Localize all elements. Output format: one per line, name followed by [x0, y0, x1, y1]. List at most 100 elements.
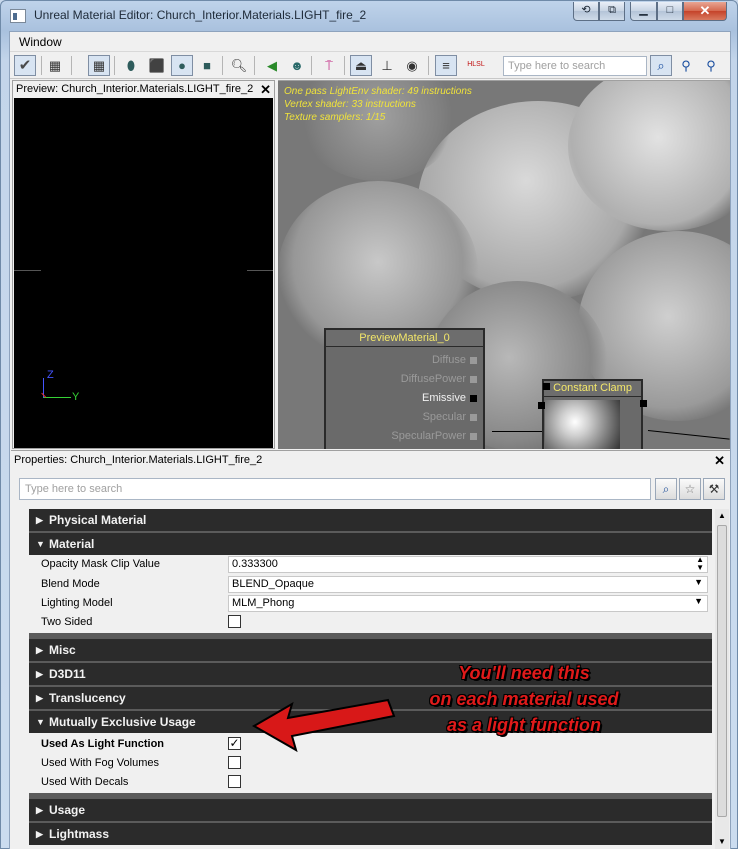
preview-material-node[interactable]: PreviewMaterial_0 Diffuse DiffusePower E…	[324, 328, 485, 449]
stats-eye-icon[interactable]: ◉	[401, 55, 423, 76]
grid-toggle-icon[interactable]: ▦	[88, 55, 110, 76]
stats-line: Vertex shader: 33 instructions	[284, 99, 416, 110]
row-fog-volumes: Used With Fog Volumes	[29, 754, 712, 773]
toolbar: ✔ ▦ ▦ ⬮ ⬛ ● ■ 🔍︎ ◀ ☻ ⍑ ⏏ ⊥ ◉ ≡ HLSL Type…	[10, 53, 730, 79]
horizon-line-left	[14, 270, 41, 271]
maximize-button[interactable]: □	[657, 2, 683, 21]
clean-unused-icon[interactable]: ☻	[286, 55, 308, 76]
clamp-texture-preview	[545, 400, 620, 449]
pin-diffuse-power[interactable]: DiffusePower	[401, 373, 477, 385]
hlsl-code-icon[interactable]: HLSL	[465, 55, 487, 76]
decals-label: Used With Decals	[41, 776, 129, 788]
two-sided-checkbox[interactable]	[228, 615, 241, 628]
row-blend-mode: Blend Mode BLEND_Opaque ▼	[29, 575, 712, 594]
pin-specular-power[interactable]: SpecularPower	[391, 430, 477, 442]
realtime-expressions-icon[interactable]: ⊥	[376, 55, 398, 76]
cylinder-primitive-icon[interactable]: ⬮	[120, 55, 142, 76]
minimize-button[interactable]: ▁	[630, 2, 657, 21]
row-decals: Used With Decals	[29, 773, 712, 792]
clamp-left-pin[interactable]	[538, 402, 545, 409]
clamp-output-pin[interactable]	[640, 400, 647, 407]
properties-search-icon[interactable]: ⌕	[655, 478, 677, 500]
properties-search-input[interactable]: Type here to search	[19, 478, 651, 500]
light-function-checkbox[interactable]: ✓	[228, 737, 241, 750]
category-material[interactable]: ▼ Material	[29, 533, 712, 555]
stats-line: Texture samplers: 1/15	[284, 112, 386, 123]
shader-stats: One pass LightEnv shader: 49 instruction…	[284, 85, 472, 124]
fog-volumes-label: Used With Fog Volumes	[41, 757, 159, 769]
row-lighting-model: Lighting Model MLM_Phong ▼	[29, 594, 712, 613]
clamp-title: Constant Clamp	[544, 381, 641, 397]
sphere-primitive-icon[interactable]: ●	[171, 55, 193, 76]
apply-check-icon[interactable]: ✔	[14, 55, 36, 76]
emissive-wire	[492, 431, 542, 432]
copy-window-icon[interactable]: ⧉	[599, 2, 625, 21]
lighting-model-select[interactable]: MLM_Phong ▼	[228, 595, 708, 612]
opacity-value-field[interactable]: 0.333300 ▲ ▼	[228, 556, 708, 573]
search-icon[interactable]: ⌕	[650, 55, 672, 76]
magnifier-icon[interactable]: 🔍︎	[228, 55, 250, 76]
realtime-preview-icon[interactable]: ⏏	[350, 55, 372, 76]
pin-specular[interactable]: Specular	[423, 411, 477, 423]
blend-mode-select[interactable]: BLEND_Opaque ▼	[228, 576, 708, 593]
light-function-label: Used As Light Function	[41, 738, 165, 750]
axis-z-label: Z	[47, 369, 54, 381]
pin-diffuse[interactable]: Diffuse	[432, 354, 477, 366]
stats-line: One pass LightEnv shader: 49 instruction…	[284, 86, 472, 97]
search-next-icon[interactable]: ⚲	[700, 55, 722, 76]
preview-close-icon[interactable]: ✕	[260, 82, 271, 98]
window-title: Unreal Material Editor: Church_Interior.…	[34, 8, 367, 22]
toggle-stats-icon[interactable]: ≡	[435, 55, 457, 76]
plane-primitive-icon[interactable]: ■	[196, 55, 218, 76]
preview-title: Preview: Church_Interior.Materials.LIGHT…	[16, 83, 254, 95]
blend-label: Blend Mode	[41, 578, 100, 590]
axis-gizmo	[43, 378, 71, 398]
row-two-sided: Two Sided	[29, 613, 712, 632]
close-button[interactable]: ✕	[683, 2, 727, 21]
cube-primitive-icon[interactable]: ⬛	[146, 55, 168, 76]
favorites-star-icon[interactable]: ☆	[679, 478, 701, 500]
settings-wrench-icon[interactable]: ⚒	[703, 478, 725, 500]
annotation-arrow-icon	[251, 698, 396, 753]
fog-volumes-checkbox[interactable]	[228, 756, 241, 769]
properties-close-icon[interactable]: ✕	[714, 453, 725, 469]
preview-node-icon[interactable]: ▦	[44, 55, 66, 76]
annotation-text: You'll need this on each material used a…	[384, 660, 664, 738]
category-physical-material[interactable]: ▶ Physical Material	[29, 509, 712, 531]
clamp-input-pin[interactable]	[543, 383, 550, 390]
constant-clamp-node[interactable]: Constant Clamp	[538, 379, 647, 449]
menu-window[interactable]: Window	[19, 35, 62, 49]
axis-y-label: Y	[72, 391, 80, 403]
material-graph[interactable]: One pass LightEnv shader: 49 instruction…	[278, 80, 730, 449]
app-icon	[10, 9, 26, 23]
toolbar-search-input[interactable]: Type here to search	[503, 56, 647, 76]
horizon-line-right	[247, 270, 273, 271]
category-usage[interactable]: ▶ Usage	[29, 799, 712, 821]
title-bar[interactable]: Unreal Material Editor: Church_Interior.…	[1, 1, 737, 31]
node-title: PreviewMaterial_0	[326, 330, 483, 347]
preview-viewport[interactable]: Z Y	[14, 98, 273, 448]
properties-title: Properties: Church_Interior.Materials.LI…	[14, 454, 263, 466]
restore-view-icon[interactable]: ⟲	[573, 2, 599, 21]
lighting-label: Lighting Model	[41, 597, 113, 609]
scroll-thumb[interactable]	[717, 525, 727, 817]
category-lightmass[interactable]: ▶ Lightmass	[29, 823, 712, 845]
toggle-connectors-icon[interactable]: ⍑	[318, 55, 340, 76]
category-misc[interactable]: ▶ Misc	[29, 639, 712, 661]
scroll-up-icon[interactable]: ▲	[715, 509, 729, 523]
go-to-material-icon[interactable]: ◀	[261, 55, 283, 76]
search-prev-icon[interactable]: ⚲	[675, 55, 697, 76]
menu-bar: Window	[10, 32, 730, 52]
annotation-line: on each material used	[429, 689, 619, 709]
preview-pane: Preview: Church_Interior.Materials.LIGHT…	[12, 80, 275, 449]
annotation-line: You'll need this	[458, 663, 590, 683]
scroll-down-icon[interactable]: ▼	[715, 835, 729, 849]
properties-pane: Properties: Church_Interior.Materials.LI…	[11, 450, 730, 849]
properties-scrollbar[interactable]: ▲ ▼	[715, 509, 729, 849]
row-opacity-mask: Opacity Mask Clip Value 0.333300 ▲ ▼	[29, 555, 712, 574]
two-sided-label: Two Sided	[41, 616, 93, 628]
annotation-line: as a light function	[446, 715, 601, 735]
pin-emissive[interactable]: Emissive	[422, 392, 477, 404]
decals-checkbox[interactable]	[228, 775, 241, 788]
opacity-label: Opacity Mask Clip Value	[41, 558, 161, 570]
